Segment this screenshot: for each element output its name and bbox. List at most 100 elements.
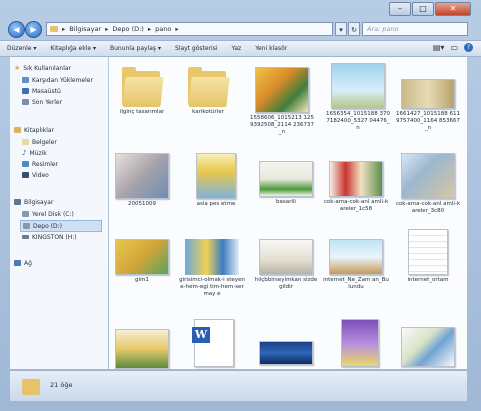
command-bar: Düzenle ▾ Kitaplığa ekle ▾ Bununla payla… bbox=[0, 40, 481, 57]
address-bar[interactable]: ▸ Bilgisayar ▸ Depo (D:) ▸ pano ▸ bbox=[46, 22, 333, 36]
nav-documents[interactable]: Belgeler bbox=[22, 137, 57, 147]
nav-label: Resimler bbox=[32, 160, 59, 168]
file-name: internet_Ne_Zam an_Bulundu bbox=[323, 277, 389, 290]
breadcrumb-drive[interactable]: Depo (D:) bbox=[112, 25, 143, 33]
maximize-button[interactable]: □ bbox=[412, 2, 434, 16]
nav-computer[interactable]: Bilgisayar bbox=[14, 197, 53, 207]
image-thumbnail bbox=[115, 329, 169, 369]
file-item[interactable]: cok-ama-cok-anl amli-kareler_1c58 bbox=[323, 161, 389, 213]
help-icon[interactable]: ? bbox=[464, 43, 473, 52]
back-button[interactable]: ◀ bbox=[8, 21, 25, 38]
nav-drive-h[interactable]: KINGSTON (H:) bbox=[22, 232, 77, 242]
file-name: karikotürler bbox=[192, 109, 224, 115]
file-item[interactable]: gim1 bbox=[109, 239, 175, 284]
nav-drive-c[interactable]: Yerel Disk (C:) bbox=[22, 209, 74, 219]
file-list: ilginç tasarımlar karikotürler 1558606_1… bbox=[109, 57, 467, 369]
file-item[interactable]: internet_Ne_Zam an_Bulundu bbox=[323, 239, 389, 291]
view-options-icon[interactable]: ▤▾ bbox=[433, 43, 445, 52]
file-item[interactable]: 20051009 bbox=[109, 153, 175, 208]
organize-menu[interactable]: Düzenle ▾ bbox=[0, 45, 43, 52]
image-thumbnail bbox=[196, 153, 236, 199]
file-item[interactable]: asla pes etme bbox=[183, 153, 249, 208]
folder-icon bbox=[22, 376, 42, 396]
folder-item[interactable]: ilginç tasarımlar bbox=[109, 63, 175, 116]
nav-label: Masaüstü bbox=[32, 87, 61, 95]
star-icon: ★ bbox=[14, 64, 21, 72]
nav-pictures[interactable]: Resimler bbox=[22, 159, 58, 169]
nav-label: Depo (D:) bbox=[33, 222, 63, 230]
file-name: 20051009 bbox=[128, 201, 156, 207]
nav-drive-d[interactable]: Depo (D:) bbox=[20, 220, 102, 232]
file-item[interactable]: 1656354_1015188 3707182400_5327 04476_n bbox=[325, 63, 391, 132]
add-to-library-menu[interactable]: Kitaplığa ekle ▾ bbox=[43, 45, 103, 52]
nav-network[interactable]: Ağ bbox=[14, 258, 32, 268]
nav-recent[interactable]: Son Yerler bbox=[22, 97, 62, 107]
file-item[interactable] bbox=[109, 329, 175, 369]
nav-label: KINGSTON (H:) bbox=[32, 233, 77, 241]
usb-drive-icon bbox=[22, 235, 29, 239]
forward-button[interactable]: ▶ bbox=[25, 21, 42, 38]
nav-label: Belgeler bbox=[32, 138, 57, 146]
new-folder-button[interactable]: Yeni klasör bbox=[248, 45, 294, 52]
file-name: girisimci-olmak-i steyene-hem-egi tim-he… bbox=[179, 277, 245, 297]
print-button[interactable]: Yaz bbox=[225, 45, 249, 52]
nav-label: Bilgisayar bbox=[24, 198, 54, 206]
image-thumbnail bbox=[331, 63, 385, 109]
refresh-button[interactable]: ↻ bbox=[348, 22, 360, 36]
navigation-pane: ★ Sık Kullanılanlar Karşıdan Yüklemeler … bbox=[10, 57, 108, 369]
file-item[interactable]: 1661427_1015188 6119757400_1164 853667_n bbox=[395, 79, 461, 132]
file-name: ilginç tasarımlar bbox=[119, 109, 165, 115]
details-pane: 21 öğe bbox=[10, 370, 467, 401]
folder-item[interactable]: karikotürler bbox=[175, 63, 241, 116]
breadcrumb-computer[interactable]: Bilgisayar bbox=[69, 25, 101, 33]
nav-label: Video bbox=[32, 171, 49, 179]
file-item[interactable]: cok-ama-cok-anl amli-kareler_3c80 bbox=[395, 153, 461, 215]
breadcrumb-folder[interactable]: pano bbox=[155, 25, 171, 33]
nav-videos[interactable]: Video bbox=[22, 170, 49, 180]
image-thumbnail bbox=[401, 327, 455, 367]
slideshow-button[interactable]: Slayt gösterisi bbox=[168, 45, 225, 52]
folder-icon bbox=[188, 67, 230, 107]
search-input[interactable]: Ara: pano bbox=[362, 22, 468, 36]
libraries-icon bbox=[14, 127, 21, 133]
file-item[interactable]: 1558606_1015213 1259392508_2114 236737_n bbox=[249, 67, 315, 136]
breadcrumb-separator: ▸ bbox=[62, 25, 66, 33]
file-item[interactable]: girisimci-olmak-i steyene-hem-egi tim-he… bbox=[179, 239, 245, 298]
desktop-icon bbox=[22, 88, 29, 94]
close-button[interactable]: ✕ bbox=[435, 2, 471, 16]
file-item[interactable] bbox=[253, 341, 319, 367]
nav-downloads[interactable]: Karşıdan Yüklemeler bbox=[22, 75, 93, 85]
pictures-icon bbox=[22, 161, 29, 167]
nav-label: Karşıdan Yüklemeler bbox=[32, 76, 93, 84]
recent-places-icon bbox=[22, 99, 29, 105]
file-name: asla pes etme bbox=[196, 201, 236, 207]
nav-label: Kitaplıklar bbox=[24, 126, 55, 134]
file-item[interactable]: W bbox=[181, 319, 247, 369]
preview-pane-icon[interactable]: ▭ bbox=[450, 43, 458, 52]
image-thumbnail bbox=[401, 153, 455, 199]
downloads-icon bbox=[22, 77, 29, 83]
network-icon bbox=[14, 260, 21, 266]
drive-icon bbox=[23, 223, 30, 229]
file-item[interactable]: internet_ortam bbox=[395, 229, 461, 284]
nav-desktop[interactable]: Masaüstü bbox=[22, 86, 61, 96]
nav-music[interactable]: ♪ Müzik bbox=[22, 148, 47, 158]
image-thumbnail bbox=[408, 229, 448, 275]
file-item[interactable]: hiiçbbirseyimkan sizdegildir bbox=[253, 239, 319, 291]
image-thumbnail bbox=[329, 239, 383, 275]
minimize-button[interactable]: – bbox=[389, 2, 411, 16]
share-with-menu[interactable]: Bununla paylaş ▾ bbox=[103, 45, 168, 52]
nav-label: Müzik bbox=[29, 149, 47, 157]
file-item[interactable]: basarili bbox=[253, 161, 319, 206]
music-icon: ♪ bbox=[22, 149, 27, 157]
nav-libraries[interactable]: Kitaplıklar bbox=[14, 125, 54, 135]
file-item[interactable] bbox=[395, 327, 461, 369]
address-dropdown-button[interactable]: ▾ bbox=[335, 22, 347, 36]
image-thumbnail bbox=[329, 161, 383, 197]
file-name: cok-ama-cok-anl amli-kareler_3c80 bbox=[395, 201, 461, 214]
nav-favorites[interactable]: ★ Sık Kullanılanlar bbox=[14, 63, 71, 73]
file-item[interactable] bbox=[327, 319, 393, 369]
image-thumbnail bbox=[341, 319, 379, 367]
computer-icon bbox=[14, 199, 21, 205]
nav-label: Sık Kullanılanlar bbox=[23, 64, 72, 72]
